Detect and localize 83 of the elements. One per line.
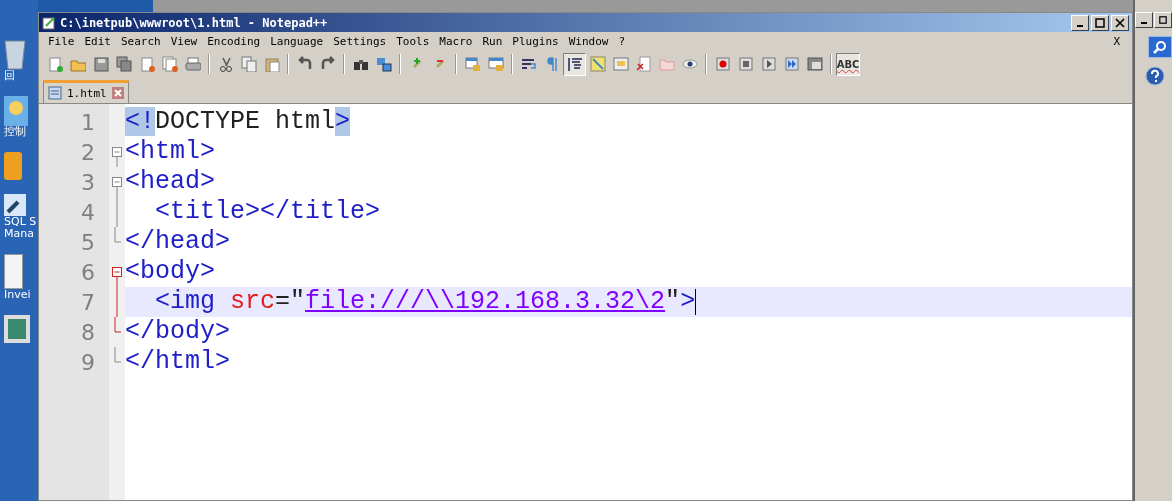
code-line: </body> [125, 317, 231, 347]
word-wrap-icon [520, 56, 537, 72]
desktop-icon-label: Mana [4, 228, 34, 240]
paste-icon [263, 56, 280, 72]
line-number: 6 [80, 259, 96, 285]
line-number: 5 [80, 229, 96, 255]
code-line: <html> [125, 137, 215, 167]
shortcut-icon[interactable] [4, 194, 26, 216]
menu-item[interactable]: Tools [391, 35, 435, 48]
toolbar-button[interactable] [563, 52, 586, 76]
maximize-icon [1095, 17, 1105, 28]
menu-item[interactable]: Encoding [202, 35, 266, 48]
window-title: C:\inetpub\wwwroot\1.html - Notepad++ [60, 15, 328, 30]
desktop-icon-label: 回 [4, 70, 15, 82]
play-icon [760, 56, 777, 72]
menu-item[interactable]: Search [116, 35, 166, 48]
play-multiple-icon [783, 56, 800, 72]
line-number: 4 [80, 199, 96, 225]
search-button[interactable] [1148, 36, 1172, 58]
picture-frame-icon[interactable] [4, 315, 30, 343]
maximize-button[interactable] [1154, 12, 1172, 28]
spell-check-button[interactable]: ABC [836, 52, 860, 76]
line-number: 9 [80, 349, 96, 375]
line-number: 8 [80, 319, 96, 345]
stop-icon [737, 56, 754, 72]
code-line: <head> [125, 167, 215, 197]
menu-item[interactable]: Language [265, 35, 329, 48]
code-line: </head> [125, 227, 231, 257]
notepad-icon [42, 15, 56, 30]
close-button[interactable] [1111, 14, 1129, 31]
cut-icon [217, 56, 234, 72]
maximize-button[interactable] [1091, 14, 1109, 31]
menu-item[interactable]: Run [477, 35, 508, 48]
minimize-button[interactable] [1135, 12, 1153, 28]
minimize-button[interactable] [1071, 14, 1089, 31]
desktop-icon-label: Invei [4, 289, 31, 301]
tab-label: 1.html [67, 86, 107, 100]
help-icon[interactable] [1145, 66, 1165, 86]
line-number: 3 [80, 169, 96, 195]
close-document-button[interactable]: X [1113, 35, 1128, 48]
file-icon [48, 86, 62, 100]
eye-icon [681, 56, 698, 72]
menu-item[interactable]: View [165, 35, 203, 48]
copy-icon [240, 56, 257, 72]
close-file-icon [138, 56, 155, 72]
maximize-icon [1159, 15, 1167, 25]
desktop-icon-label: SQL S [4, 216, 37, 228]
indent-guide-icon [566, 56, 583, 72]
recycle-bin-icon[interactable] [4, 40, 26, 70]
print-icon [184, 56, 201, 72]
menu-item[interactable]: Plugins [507, 35, 564, 48]
menu-item[interactable]: ? [613, 35, 631, 48]
text-cursor [695, 289, 697, 315]
code-line: <title></title> [154, 197, 381, 227]
menu-item[interactable]: Settings [328, 35, 392, 48]
close-all-icon [161, 56, 178, 72]
menu-item[interactable]: Window [563, 35, 614, 48]
code-line: </html> [125, 347, 231, 377]
line-number: 2 [80, 139, 96, 165]
document-icon[interactable] [4, 254, 23, 289]
record-icon [714, 56, 731, 72]
desktop-icon-label: 控制 [4, 126, 26, 138]
folder-icon [658, 56, 675, 72]
replace-icon [375, 56, 392, 72]
close-icon [1115, 17, 1125, 28]
file-tab[interactable]: 1.html [43, 80, 129, 103]
search-icon [1153, 40, 1167, 54]
line-number: 1 [80, 109, 96, 135]
code-line: <body> [125, 257, 215, 287]
menu-item[interactable]: Edit [79, 35, 116, 48]
save-all-icon [115, 56, 132, 72]
redo-icon [319, 56, 336, 72]
new-file-icon [46, 56, 63, 72]
line-number: 7 [80, 289, 96, 315]
code-line: <img src="file:///\\192.168.3.32\2"> [154, 287, 696, 317]
minimize-icon [1141, 22, 1147, 24]
menu-item[interactable]: Macro [434, 35, 478, 48]
save-icon [92, 56, 109, 72]
tab-close-icon[interactable] [111, 87, 124, 99]
menu-item[interactable]: File [43, 35, 80, 48]
code-line: <!DOCTYPE html> [125, 107, 351, 137]
minimize-icon [1077, 24, 1083, 27]
undo-icon [296, 56, 313, 72]
